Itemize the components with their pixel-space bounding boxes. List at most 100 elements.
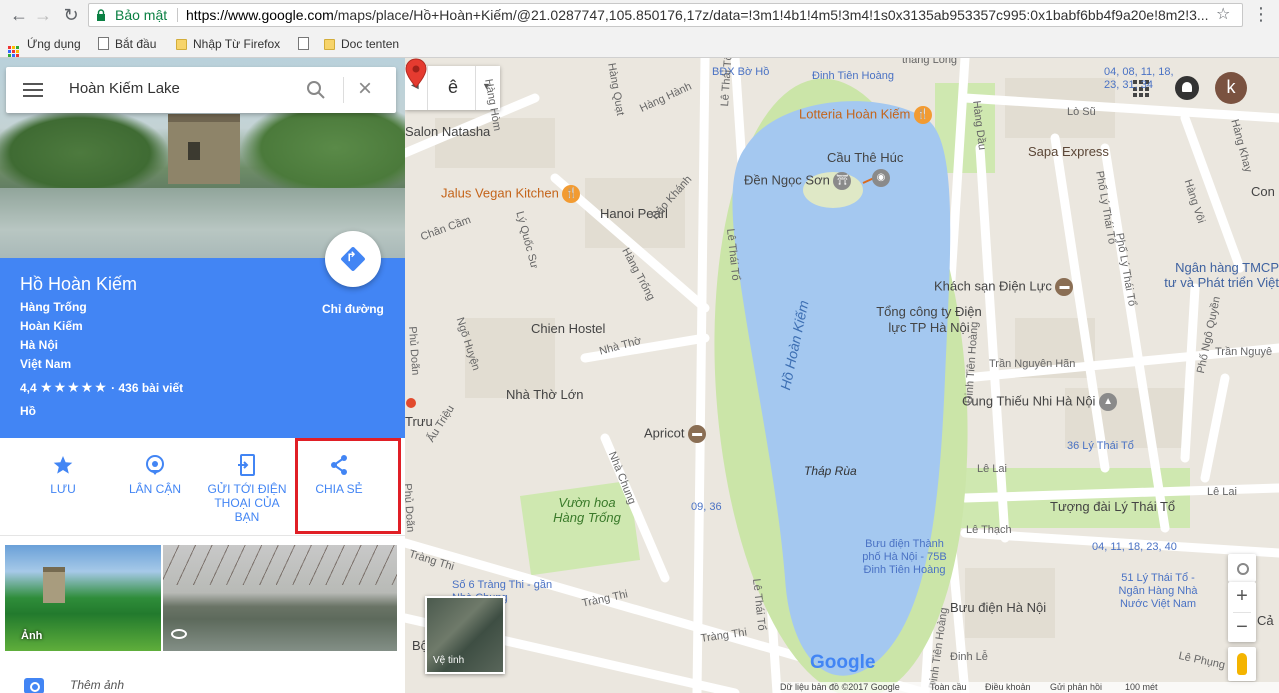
bookmark-nhap-tu-firefox[interactable]: Nhập Từ Firefox xyxy=(176,36,280,52)
forward-icon[interactable]: → xyxy=(32,4,54,26)
poi-cung-thieu-nhi[interactable]: Cung Thiếu Nhi Hà Nội ▲ xyxy=(962,393,1118,411)
send-to-phone-icon xyxy=(238,454,255,476)
poi-ngan-hang-nha-nuoc[interactable]: 51 Lý Thái Tổ - Ngân Hàng Nhà Nước Việt … xyxy=(1113,572,1203,611)
location-pin-icon[interactable] xyxy=(405,58,427,88)
poi-label: Nhà Thờ Lớn xyxy=(506,387,584,402)
address-line: Hà Nội xyxy=(20,338,59,352)
poi-truu[interactable]: Trưu xyxy=(405,414,433,429)
poi-vuon-hoa[interactable]: Vườn hoa Hàng Trống xyxy=(547,495,627,525)
control-divider xyxy=(475,66,476,110)
poi-chien-hostel[interactable]: Chien Hostel xyxy=(531,321,605,336)
bus-stop-36-ly-thai-to[interactable]: 36 Lý Thái Tổ xyxy=(1067,440,1134,452)
restaurant-icon: 🍴 xyxy=(913,106,932,124)
place-panel: × Hồ Hoàn Kiếm Hàng Trống Hoàn Kiếm Hà N… xyxy=(0,58,405,693)
search-input[interactable] xyxy=(69,80,289,97)
map-canvas[interactable]: ◀ ê ▼ k Hồ Hoàn Kiếm Tháp Rùa Lotteria H… xyxy=(405,58,1279,693)
folder-icon xyxy=(324,39,335,50)
poi-label: Bưu điện Hà Nội xyxy=(950,600,1047,615)
poi-label: Cả xyxy=(1257,613,1274,628)
poi-con[interactable]: Con xyxy=(1251,184,1275,199)
my-location-button[interactable] xyxy=(1228,554,1256,582)
directions-button[interactable]: ↱ xyxy=(325,231,381,287)
lock-icon xyxy=(97,9,105,21)
poi-label: Vườn hoa Hàng Trống xyxy=(553,495,621,525)
review-count[interactable]: · 436 bài viết xyxy=(111,381,183,395)
directions-arrow-icon: ↱ xyxy=(346,249,357,264)
bookmark-apps[interactable]: Ứng dụng xyxy=(8,36,81,57)
poi-label: Ngân hàng TMCP tư và Phát triển Việt xyxy=(1164,260,1279,290)
scale-label[interactable]: 100 mét xyxy=(1125,682,1158,692)
page-icon xyxy=(298,37,309,50)
camera-icon xyxy=(24,678,44,693)
folder-icon xyxy=(176,39,187,50)
satellite-toggle[interactable]: Vệ tinh xyxy=(425,596,505,674)
bookmark-star-icon[interactable]: ☆ xyxy=(1216,4,1230,26)
bookmark-untitled[interactable] xyxy=(298,36,315,52)
terms-link[interactable]: Điều khoản xyxy=(985,682,1031,692)
poi-jalus[interactable]: Jalus Vegan Kitchen 🍴 xyxy=(441,185,581,203)
reload-icon[interactable]: ↻ xyxy=(60,4,82,26)
save-button[interactable]: LƯU xyxy=(17,438,109,536)
poi-buu-dien-ha-noi[interactable]: Bưu điện Hà Nội xyxy=(950,600,1046,615)
camera-icon: ◉ xyxy=(872,169,890,187)
bus-stop-dinh-tien-hoang[interactable]: Đinh Tiên Hoàng xyxy=(812,70,894,82)
back-icon[interactable]: ← xyxy=(8,4,30,26)
poi-cau-the-huc[interactable]: Cầu Thê Húc xyxy=(827,150,903,165)
account-avatar[interactable]: k xyxy=(1215,72,1247,104)
poi-sapa-express[interactable]: Sapa Express xyxy=(1028,144,1109,159)
hotel-icon: ▬ xyxy=(688,425,707,443)
menu-icon[interactable] xyxy=(23,83,43,97)
bookmark-doc-tenten[interactable]: Doc tenten xyxy=(324,36,399,52)
zoom-in-button[interactable]: + xyxy=(1228,582,1256,612)
photo-thumbnail[interactable]: Ảnh xyxy=(5,545,161,651)
poi-nha-tho-lon[interactable]: Nhà Thờ Lớn xyxy=(506,387,584,402)
send-to-phone-button[interactable]: GỬI TỚI ĐIỆN THOẠI CỦA BẠN xyxy=(201,438,293,536)
nearby-button[interactable]: LÂN CẬN xyxy=(109,438,201,536)
poi-den-ngoc-son[interactable]: Đền Ngọc Sơn ⛩ xyxy=(744,172,852,190)
search-divider xyxy=(343,77,344,103)
photo-trees xyxy=(0,108,170,198)
nearby-pin-icon xyxy=(146,455,164,475)
map-footer: Dữ liệu bản đồ ©2017 Google Toàn cầu Điề… xyxy=(780,682,1279,693)
zoom-out-button[interactable]: − xyxy=(1228,613,1256,643)
street-label: Trần Nguyên Hãn xyxy=(989,358,1076,370)
poi-tuong-dai[interactable]: Tượng đài Lý Thái Tổ xyxy=(1050,499,1175,514)
search-icon[interactable] xyxy=(305,79,327,101)
directions-label[interactable]: Chỉ đường xyxy=(322,302,384,316)
address-line: Hoàn Kiếm xyxy=(20,319,83,333)
bus-stop-0936[interactable]: 09, 36 xyxy=(691,501,722,513)
search-box: × xyxy=(6,67,396,113)
poi-khach-san[interactable]: Khách sạn Điện Lực ▬ xyxy=(934,278,1074,296)
rating-row[interactable]: 4,4 ★★★★★ · 436 bài viết xyxy=(20,379,183,396)
photo-trees xyxy=(240,98,405,198)
browser-menu-icon[interactable]: ⋮ xyxy=(1252,3,1270,25)
map-data-credit[interactable]: Dữ liệu bản đồ ©2017 Google xyxy=(780,682,900,692)
global-link[interactable]: Toàn cầu xyxy=(930,682,967,692)
poi-label: Tượng đài Lý Thái Tổ xyxy=(1050,499,1176,514)
google-logo: Google xyxy=(810,652,875,674)
url-text: https://www.google.com/maps/place/Hồ+Hoà… xyxy=(186,4,1209,26)
apps-icon xyxy=(8,46,19,57)
poi-label: Cung Thiếu Nhi Hà Nội xyxy=(962,393,1096,409)
feedback-link[interactable]: Gửi phản hồi xyxy=(1050,682,1102,692)
send-to-phone-label: GỬI TỚI ĐIỆN THOẠI CỦA BẠN xyxy=(207,482,287,524)
bookmark-bat-dau[interactable]: Bắt đầu xyxy=(98,36,156,52)
url-path: /maps/place/Hồ+Hoàn+Kiếm/@21.0287747,105… xyxy=(333,7,1209,23)
poi-salon[interactable]: Salon Natasha xyxy=(405,124,490,139)
poi-ca[interactable]: Cả xyxy=(1257,613,1274,628)
address-bar[interactable]: Bảo mật https://www.google.com/maps/plac… xyxy=(88,3,1243,27)
pegman-icon[interactable] xyxy=(1228,647,1256,681)
close-icon[interactable]: × xyxy=(358,77,372,101)
language-selector[interactable]: ê xyxy=(448,77,458,98)
poi-lotteria[interactable]: Lotteria Hoàn Kiếm 🍴 xyxy=(799,106,932,124)
poi-ngan-hang[interactable]: Ngân hàng TMCP tư và Phát triển Việt xyxy=(1163,260,1279,290)
poi-apricot[interactable]: Apricot ▬ xyxy=(644,425,707,443)
bus-stop-top-right[interactable]: 04, 08, 11, 18, 23, 31, 34 xyxy=(1104,66,1174,92)
bus-stop-bottom-right[interactable]: 04, 11, 18, 23, 40 xyxy=(1092,541,1177,553)
notifications-icon[interactable] xyxy=(1175,76,1199,100)
street-view-thumbnail[interactable] xyxy=(163,545,397,651)
add-photo-row[interactable]: Thêm ảnh xyxy=(0,668,405,693)
zoom-control: + − xyxy=(1228,582,1256,642)
poi-buu-dien-thanh-pho[interactable]: Bưu điện Thành phố Hà Nội - 75B Đinh Tiê… xyxy=(857,538,952,577)
bus-stop-label: Đinh Tiên Hoàng xyxy=(812,70,894,82)
